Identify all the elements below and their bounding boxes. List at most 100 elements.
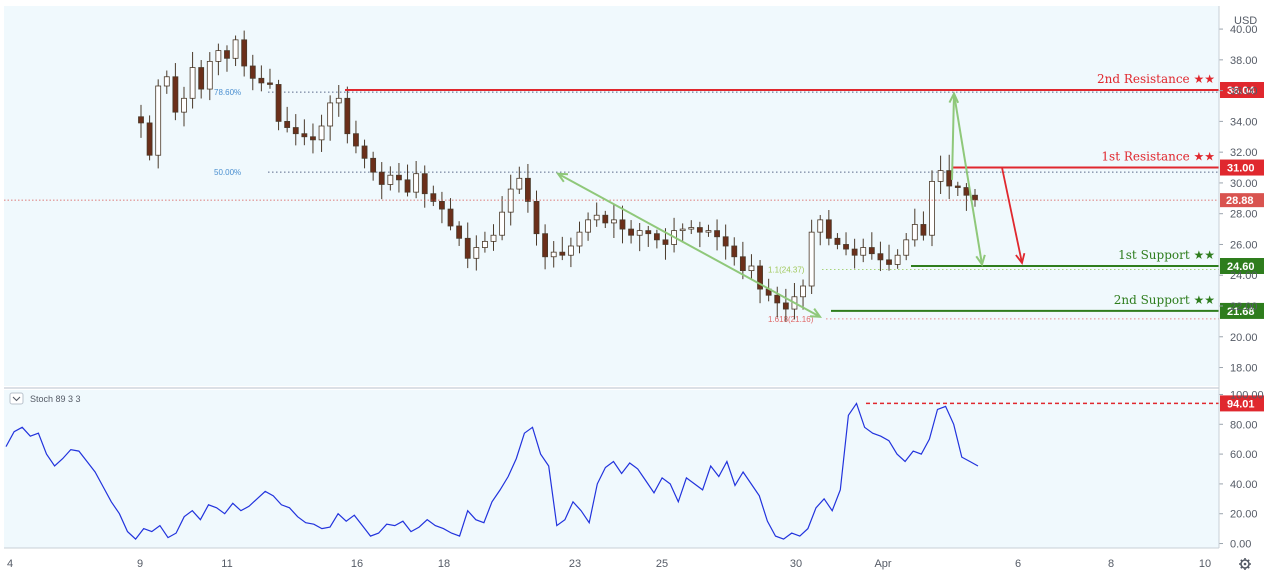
candle-body[interactable] [886, 259, 892, 265]
x-tick-label: Apr [874, 558, 891, 570]
candle-body[interactable] [559, 251, 566, 256]
candle-body[interactable] [610, 219, 617, 224]
candle-body[interactable] [310, 136, 316, 141]
candle-body[interactable] [181, 97, 187, 113]
candle-body[interactable] [585, 219, 591, 233]
candle-body[interactable] [138, 116, 144, 124]
candle-body[interactable] [172, 76, 179, 113]
candle-body[interactable] [602, 214, 609, 224]
candle-body[interactable] [550, 251, 557, 258]
candle-body[interactable] [267, 82, 273, 85]
candle-body[interactable] [353, 133, 359, 147]
candle-body[interactable] [894, 254, 901, 265]
candle-body[interactable] [653, 233, 660, 241]
candle-body[interactable] [301, 133, 308, 138]
candle-body[interactable] [903, 239, 910, 256]
candle-body[interactable] [387, 174, 394, 185]
candle-body[interactable] [404, 179, 411, 193]
candle-body[interactable] [688, 227, 695, 230]
stoch-legend[interactable]: Stoch 89 3 3 [9, 392, 81, 405]
candle-body[interactable] [800, 285, 806, 298]
candle-body[interactable] [327, 102, 334, 127]
candle-body[interactable] [705, 230, 712, 233]
collapse-button[interactable] [9, 392, 24, 405]
candle-body[interactable] [542, 233, 549, 258]
candle-body[interactable] [258, 77, 265, 84]
candle-body[interactable] [490, 234, 497, 242]
y-tick-label: 38.00 [1230, 55, 1258, 67]
candle-body[interactable] [284, 120, 291, 128]
candle-body[interactable] [628, 228, 634, 236]
candle-body[interactable] [370, 157, 377, 173]
candle-body[interactable] [155, 85, 162, 156]
candle-body[interactable] [963, 187, 970, 196]
candle-body[interactable] [241, 39, 248, 67]
candle-body[interactable] [645, 230, 652, 235]
candle-body[interactable] [748, 265, 755, 272]
candle-body[interactable] [619, 219, 626, 230]
candle-body[interactable] [843, 244, 849, 250]
candle-body[interactable] [516, 177, 523, 190]
candle-body[interactable] [731, 245, 738, 258]
candle-body[interactable] [146, 122, 153, 156]
candle-body[interactable] [920, 224, 927, 236]
candle-body[interactable] [722, 236, 729, 247]
candle-body[interactable] [567, 245, 574, 256]
candle-body[interactable] [739, 256, 746, 272]
candle-body[interactable] [782, 302, 789, 310]
candle-body[interactable] [215, 50, 222, 62]
candle-body[interactable] [421, 173, 428, 195]
candle-body[interactable] [808, 231, 815, 287]
candle-body[interactable] [533, 200, 540, 235]
candle-body[interactable] [198, 67, 205, 90]
candle-body[interactable] [456, 225, 463, 239]
candle-body[interactable] [482, 240, 488, 248]
candle-body[interactable] [232, 39, 239, 59]
candle-body[interactable] [275, 84, 282, 122]
candle-body[interactable] [576, 231, 583, 247]
candle-body[interactable] [525, 177, 531, 202]
x-tick-label: 10 [1199, 558, 1211, 570]
candle-body[interactable] [396, 174, 402, 181]
stoch-tick-label: 20.00 [1230, 509, 1258, 521]
candle-body[interactable] [378, 171, 385, 185]
candle-body[interactable] [292, 127, 299, 135]
candle-body[interactable] [593, 214, 600, 221]
gear-icon[interactable] [1239, 558, 1251, 570]
candle-body[interactable] [679, 228, 686, 232]
candle-body[interactable] [636, 230, 643, 236]
candle-body[interactable] [954, 185, 961, 188]
candle-body[interactable] [774, 294, 781, 304]
candle-body[interactable] [929, 180, 935, 236]
candle-body[interactable] [163, 76, 170, 87]
candle-body[interactable] [662, 239, 669, 245]
candle-body[interactable] [817, 219, 824, 233]
candle-body[interactable] [473, 247, 480, 259]
candle-body[interactable] [464, 237, 471, 259]
candle-body[interactable] [335, 97, 342, 104]
candle-body[interactable] [877, 253, 884, 261]
candle-body[interactable] [834, 237, 841, 245]
candle-body[interactable] [361, 145, 368, 159]
candle-body[interactable] [911, 224, 918, 241]
candle-body[interactable] [851, 248, 858, 256]
candle-body[interactable] [507, 188, 514, 213]
candle-body[interactable] [825, 219, 832, 239]
candle-body[interactable] [946, 170, 953, 187]
candle-body[interactable] [344, 97, 351, 135]
candle-body[interactable] [972, 194, 978, 201]
candle-body[interactable] [206, 60, 213, 90]
candle-body[interactable] [318, 125, 325, 141]
candle-body[interactable] [189, 67, 196, 99]
candle-body[interactable] [447, 208, 454, 227]
candle-body[interactable] [696, 227, 703, 233]
candle-body[interactable] [499, 211, 506, 236]
candle-body[interactable] [249, 65, 256, 79]
candle-body[interactable] [413, 173, 420, 193]
candle-body[interactable] [224, 50, 230, 59]
candle-body[interactable] [860, 247, 867, 256]
candle-body[interactable] [714, 230, 720, 238]
candle-body[interactable] [439, 200, 445, 210]
candle-body[interactable] [868, 247, 875, 255]
candle-body[interactable] [937, 170, 944, 182]
